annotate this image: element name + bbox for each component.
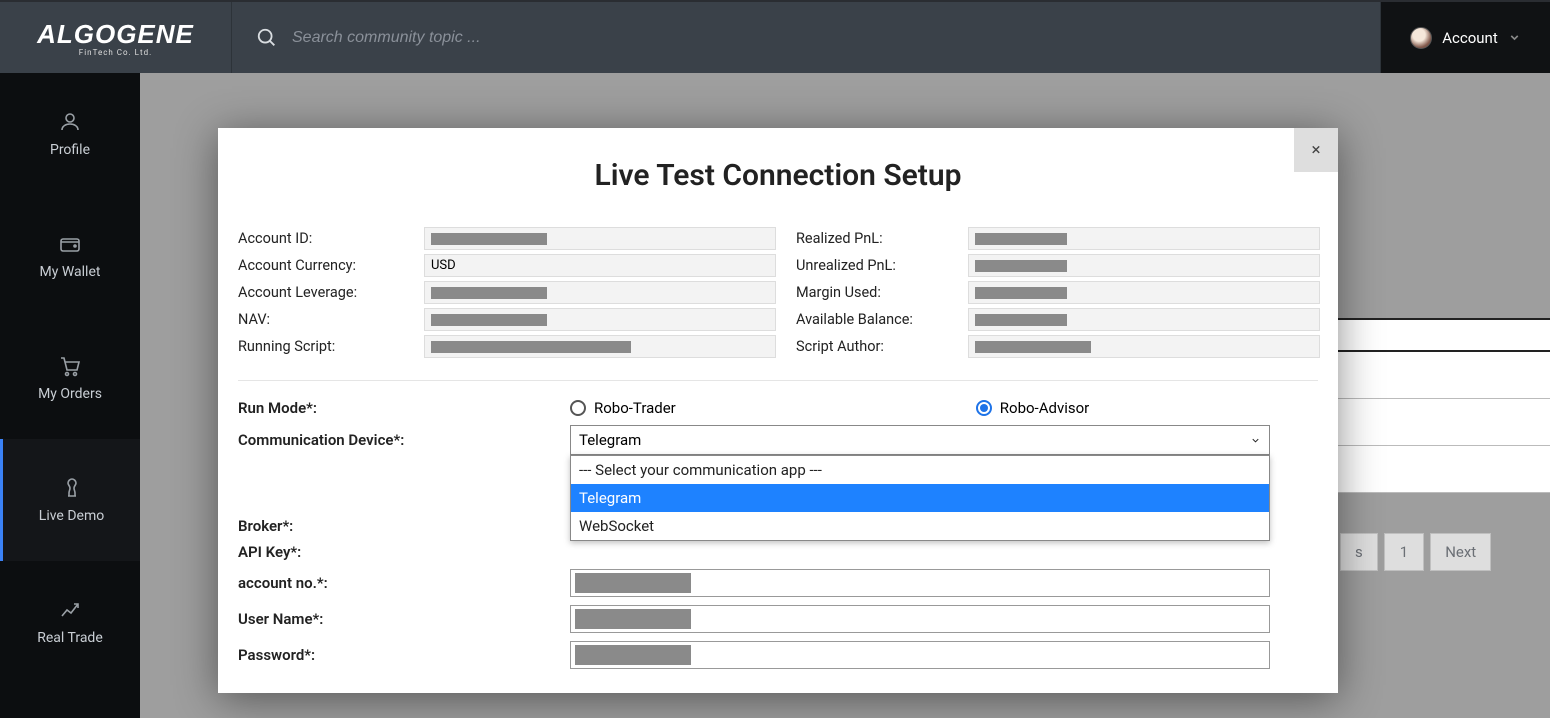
sidebar-item-realtrade[interactable]: Real Trade <box>0 561 140 683</box>
sidebar-item-wallet[interactable]: My Wallet <box>0 195 140 317</box>
label-realized-pnl: Realized PnL: <box>796 228 948 249</box>
label-comm-device: Communication Device*: <box>238 431 570 449</box>
label-password: Password*: <box>238 646 570 664</box>
value-account-id <box>424 227 776 250</box>
chess-icon <box>60 476 84 500</box>
sidebar-item-label: My Orders <box>38 386 102 402</box>
label-account-id: Account ID: <box>238 228 404 249</box>
label-script-author: Script Author: <box>796 336 948 357</box>
value-account-currency: USD <box>424 254 776 277</box>
user-icon <box>58 110 82 134</box>
logo-subtext: FinTech Co. Ltd. <box>79 48 152 57</box>
label-account-no: account no.*: <box>238 574 570 592</box>
value-nav <box>424 308 776 331</box>
avatar <box>1410 27 1432 49</box>
cart-icon <box>58 354 82 378</box>
topbar: ALGOGENE FinTech Co. Ltd. Account <box>0 0 1550 73</box>
account-menu[interactable]: Account <box>1380 2 1550 73</box>
connection-setup-modal: × Live Test Connection Setup Account ID:… <box>218 128 1338 693</box>
sidebar-item-label: Profile <box>50 142 90 158</box>
sidebar: Profile My Wallet My Orders Live Demo Re… <box>0 73 140 718</box>
dropdown-option-telegram[interactable]: Telegram <box>571 484 1269 512</box>
radio-icon <box>976 400 992 416</box>
sidebar-item-label: Real Trade <box>37 630 103 646</box>
pager-prev[interactable]: s <box>1340 533 1378 571</box>
setup-form: Run Mode*: Robo-Trader Robo-Advisor Comm… <box>218 399 1338 669</box>
close-button[interactable]: × <box>1294 128 1338 172</box>
modal-title: Live Test Connection Setup <box>218 158 1338 193</box>
value-unrealized-pnl <box>968 254 1320 277</box>
logo[interactable]: ALGOGENE FinTech Co. Ltd. <box>0 2 232 73</box>
sidebar-item-label: Live Demo <box>39 508 104 524</box>
label-user-name: User Name*: <box>238 610 570 628</box>
pager-page-1[interactable]: 1 <box>1384 533 1424 571</box>
sidebar-item-profile[interactable]: Profile <box>0 73 140 195</box>
label-run-mode: Run Mode*: <box>238 399 570 417</box>
search-input[interactable] <box>292 29 792 47</box>
label-api-key: API Key*: <box>238 543 570 561</box>
chevron-down-icon <box>1508 31 1521 44</box>
comm-device-select[interactable]: Telegram --- Select your communication a… <box>570 425 1270 455</box>
sidebar-item-label: My Wallet <box>40 264 101 280</box>
value-account-leverage <box>424 281 776 304</box>
chevron-down-icon <box>1250 435 1261 446</box>
value-running-script <box>424 335 776 358</box>
value-script-author <box>968 335 1320 358</box>
search-icon <box>256 27 278 49</box>
radio-label: Robo-Advisor <box>1000 399 1089 417</box>
dropdown-placeholder[interactable]: --- Select your communication app --- <box>571 456 1269 484</box>
sidebar-item-livedemo[interactable]: Live Demo <box>0 439 140 561</box>
value-available-balance <box>968 308 1320 331</box>
dropdown-option-websocket[interactable]: WebSocket <box>571 512 1269 540</box>
divider <box>238 380 1318 381</box>
run-mode-radios: Robo-Trader Robo-Advisor <box>570 399 1270 417</box>
account-no-input[interactable] <box>570 569 1270 597</box>
label-margin-used: Margin Used: <box>796 282 948 303</box>
pager-next[interactable]: Next <box>1430 533 1491 571</box>
select-current: Telegram <box>579 431 641 449</box>
radio-label: Robo-Trader <box>594 399 676 417</box>
label-account-leverage: Account Leverage: <box>238 282 404 303</box>
wallet-icon <box>58 232 82 256</box>
user-name-input[interactable] <box>570 605 1270 633</box>
account-label: Account <box>1442 29 1498 47</box>
radio-robo-trader[interactable]: Robo-Trader <box>570 399 676 417</box>
account-info-grid: Account ID: Realized PnL: Account Curren… <box>218 227 1338 358</box>
label-unrealized-pnl: Unrealized PnL: <box>796 255 948 276</box>
value-margin-used <box>968 281 1320 304</box>
label-available-balance: Available Balance: <box>796 309 948 330</box>
label-nav: NAV: <box>238 309 404 330</box>
comm-device-dropdown: --- Select your communication app --- Te… <box>570 455 1270 541</box>
radio-robo-advisor[interactable]: Robo-Advisor <box>976 399 1089 417</box>
search-area <box>232 27 1380 49</box>
chart-up-icon <box>58 598 82 622</box>
password-input[interactable] <box>570 641 1270 669</box>
label-broker: Broker*: <box>238 517 570 535</box>
sidebar-item-orders[interactable]: My Orders <box>0 317 140 439</box>
pager: s 1 Next <box>1340 533 1491 571</box>
value-realized-pnl <box>968 227 1320 250</box>
logo-text: ALGOGENE <box>37 19 194 50</box>
radio-icon <box>570 400 586 416</box>
label-running-script: Running Script: <box>238 336 404 357</box>
label-account-currency: Account Currency: <box>238 255 404 276</box>
